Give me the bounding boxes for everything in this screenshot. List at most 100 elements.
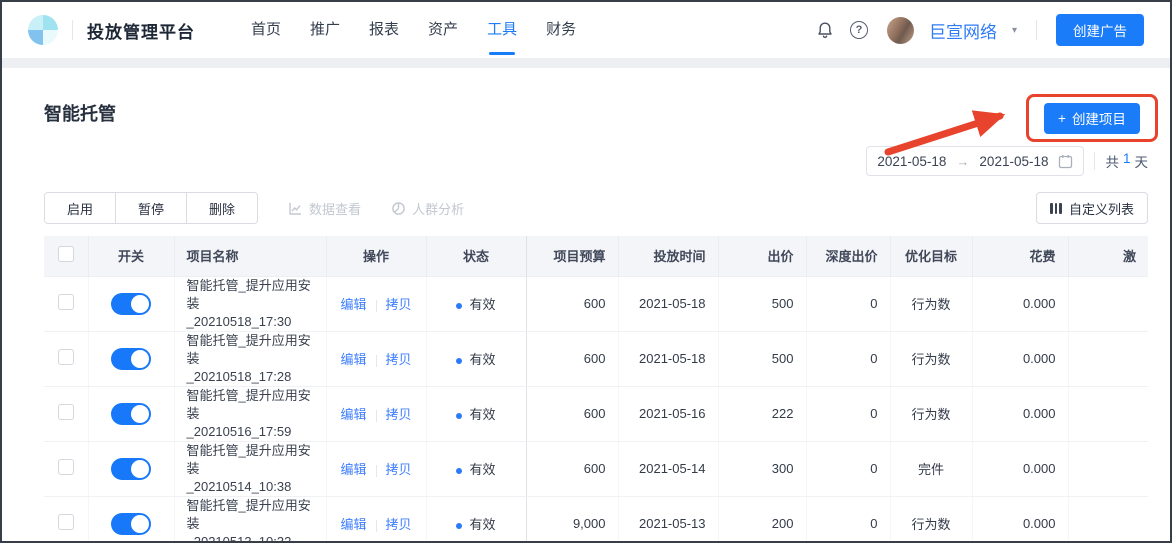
row-toggle-switch[interactable] [111,512,151,535]
status-label: 有效 [469,517,496,532]
project-name: 智能托管_提升应用安装 _20210518_17:28 [186,332,311,384]
cost-cell: 0.000 [972,441,1069,497]
schedule-cell: 2021-05-14 [618,441,719,497]
bid-cell: 200 [718,496,807,541]
status-label: 有效 [469,407,496,422]
table-row: 智能托管_提升应用安装 _20210518_17:30 编辑 拷贝 有效 600 2… [44,275,1148,332]
nav-item-reports[interactable]: 报表 [369,2,399,58]
cost-cell: 0.000 [972,496,1069,541]
create-project-label: 创建项目 [1071,112,1126,127]
line-chart-icon [289,202,302,215]
row-checkbox[interactable] [57,294,74,310]
col-header-switch: 开关 [88,236,175,276]
bid-cell: 500 [718,331,807,387]
nav-item-tools[interactable]: 工具 [487,2,517,58]
deep-bid-cell: 0 [806,275,891,332]
copy-link[interactable]: 拷贝 [386,297,412,312]
row-toggle-switch[interactable] [111,292,151,315]
budget-cell: 600 [526,331,619,387]
deep-bid-cell: 0 [806,386,891,442]
status-label: 有效 [469,462,496,477]
nav-item-home[interactable]: 首页 [251,2,281,58]
goal-cell: 行为数 [890,275,973,332]
table-row: 智能托管_提升应用安装 _20210513_10:32 编辑 拷贝 有效 9,000… [44,496,1148,543]
table-row: 智能托管_提升应用安装 _20210514_10:38 编辑 拷贝 有效 600 2… [44,441,1148,497]
chevron-down-icon[interactable]: ▾ [1012,25,1017,36]
app-logo-icon [28,15,58,45]
account-name[interactable]: 巨宣网络 [929,18,997,43]
date-divider [1094,152,1096,170]
edit-link[interactable]: 编辑 [340,352,366,367]
table-row: 智能托管_提升应用安装 _20210516_17:59 编辑 拷贝 有效 600 2… [44,386,1148,442]
create-project-button[interactable]: + 创建项目 [1044,102,1140,134]
project-name: 智能托管_提升应用安装 _20210518_17:30 [186,277,311,329]
row-toggle-switch[interactable] [111,347,151,370]
deep-bid-cell: 0 [806,331,891,387]
copy-link[interactable]: 拷贝 [386,517,412,532]
schedule-cell: 2021-05-18 [618,275,719,332]
status-label: 有效 [469,352,496,367]
delete-button[interactable]: 删除 [187,193,258,223]
annotation-highlight-box: + 创建项目 [1026,94,1158,142]
copy-link[interactable]: 拷贝 [386,352,412,367]
status-dot [456,412,463,419]
project-name: 智能托管_提升应用安装 _20210513_10:32 [186,497,311,543]
goal-cell: 行为数 [890,496,973,541]
schedule-cell: 2021-05-13 [618,496,719,541]
audience-analysis-button[interactable]: 人群分析 [391,199,464,218]
bell-icon[interactable] [815,20,835,40]
row-checkbox[interactable] [57,349,74,365]
top-bar-divider [1036,20,1037,40]
row-toggle-switch[interactable] [111,402,151,425]
enable-button[interactable]: 启用 [45,193,117,223]
table-header-row: 开关 项目名称 操作 状态 项目预算 投放时间 出价 深度出价 优化目标 花费 … [44,236,1148,276]
cost-cell: 0.000 [972,331,1069,387]
goal-cell: 完件 [890,441,973,497]
table-row: 智能托管_提升应用安装 _20210518_17:28 编辑 拷贝 有效 600 2… [44,331,1148,387]
annotation-arrow-icon [884,110,1006,156]
toolbar: 启用 暂停 删除 数据查看 人群分析 自定义列表 [44,192,1148,224]
col-header-goal: 优化目标 [890,236,973,276]
col-header-activation: 激 [1068,236,1148,276]
top-bar: 投放管理平台 首页 推广 报表 资产 工具 财务 ? 巨宣网络 ▾ 创建广告 [2,2,1170,58]
brand-divider [72,20,73,40]
nav-item-assets[interactable]: 资产 [428,2,458,58]
bid-cell: 500 [718,275,807,332]
row-checkbox[interactable] [57,459,74,475]
select-all-checkbox[interactable] [57,246,74,263]
edit-link[interactable]: 编辑 [340,517,366,532]
edit-link[interactable]: 编辑 [340,462,366,477]
data-view-button[interactable]: 数据查看 [288,199,361,218]
nav-item-promotion[interactable]: 推广 [310,2,340,58]
copy-link[interactable]: 拷贝 [386,407,412,422]
project-name: 智能托管_提升应用安装 _20210514_10:38 [186,442,311,494]
main-content: 智能托管 + 创建项目 2021-05-18 → 2021-05-18 共 1 … [2,68,1170,543]
goal-cell: 行为数 [890,386,973,442]
deep-bid-cell: 0 [806,441,891,497]
avatar[interactable] [886,16,914,44]
create-ad-button[interactable]: 创建广告 [1056,14,1144,46]
projects-table: 开关 项目名称 操作 状态 项目预算 投放时间 出价 深度出价 优化目标 花费 … [44,236,1148,543]
goal-cell: 行为数 [890,331,973,387]
col-header-actions: 操作 [326,236,427,276]
help-icon[interactable]: ? [849,21,868,39]
col-header-status: 状态 [426,236,527,276]
pause-button[interactable]: 暂停 [116,193,188,223]
col-header-budget: 项目预算 [526,236,619,276]
schedule-cell: 2021-05-16 [618,386,719,442]
custom-columns-button[interactable]: 自定义列表 [1036,192,1148,224]
edit-link[interactable]: 编辑 [340,407,366,422]
copy-link[interactable]: 拷贝 [386,462,412,477]
col-header-deep-bid: 深度出价 [806,236,891,276]
plus-icon: + [1058,110,1066,126]
bid-cell: 222 [718,386,807,442]
app-window: 投放管理平台 首页 推广 报表 资产 工具 财务 ? 巨宣网络 ▾ 创建广告 智… [0,0,1172,543]
edit-link[interactable]: 编辑 [340,297,366,312]
header-separator-strip [2,58,1170,68]
budget-cell: 600 [526,386,619,442]
row-checkbox[interactable] [57,404,74,420]
columns-icon [1050,202,1062,214]
nav-item-finance[interactable]: 财务 [546,2,576,58]
row-checkbox[interactable] [57,514,74,530]
row-toggle-switch[interactable] [111,457,151,480]
